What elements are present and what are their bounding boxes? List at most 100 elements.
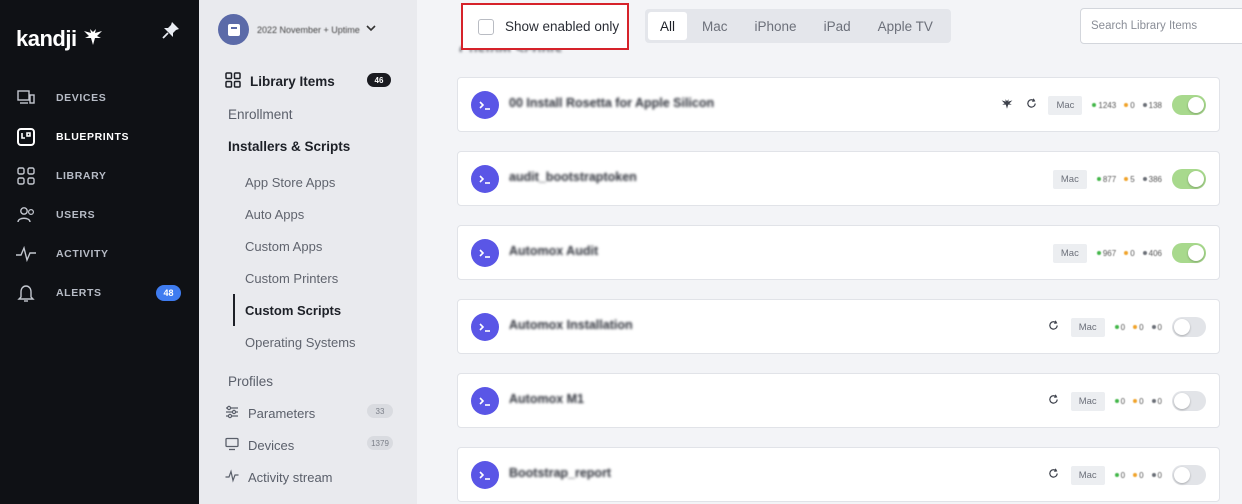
device-status-counts: 1243 0 138 <box>1092 101 1162 110</box>
refresh-icon <box>1047 320 1061 334</box>
status-count-value: 0 <box>1157 470 1162 480</box>
library-item-card[interactable]: Automox Audit Mac 967 0 406 <box>457 225 1220 280</box>
filter-all[interactable]: All <box>648 12 688 40</box>
item-name: 00 Install Rosetta for Apple Silicon <box>509 96 715 110</box>
status-count-value: 0 <box>1130 248 1135 258</box>
toggle-knob <box>1188 97 1204 113</box>
blueprint-selector[interactable]: 2022 November + Uptime <box>218 14 376 45</box>
enable-toggle[interactable] <box>1172 169 1206 189</box>
status-count-value: 0 <box>1130 100 1135 110</box>
filter-ipad[interactable]: iPad <box>812 12 863 40</box>
show-enabled-label: Show enabled only <box>505 19 620 34</box>
status-count-value: 406 <box>1148 248 1162 258</box>
sidebar-profiles[interactable]: Profiles <box>228 374 273 389</box>
sidebar-item-custom-scripts[interactable]: Custom Scripts <box>245 303 341 318</box>
devices-label: Devices <box>248 438 295 453</box>
enable-toggle[interactable] <box>1172 465 1206 485</box>
status-count-value: 138 <box>1148 100 1162 110</box>
terminal-icon <box>471 91 499 119</box>
toggle-knob <box>1188 245 1204 261</box>
library-icon <box>15 165 37 187</box>
sidebar-library-items[interactable]: Library Items <box>250 74 335 89</box>
sidebar-activity-stream[interactable]: Activity stream <box>225 469 333 486</box>
status-count: 877 <box>1096 175 1116 184</box>
status-dot-icon <box>1124 251 1129 255</box>
library-item-card[interactable]: Automox Installation Mac 0 0 0 <box>457 299 1220 354</box>
filter-apple-tv[interactable]: Apple TV <box>866 12 945 40</box>
sidebar-item-custom-apps[interactable]: Custom Apps <box>245 239 322 254</box>
blueprint-sidebar: 2022 November + Uptime Library Items 46 … <box>199 0 417 504</box>
status-dot-icon <box>1133 325 1138 329</box>
device-status-counts: 0 0 0 <box>1114 323 1162 332</box>
status-dot-icon <box>1096 177 1101 181</box>
filter-mac[interactable]: Mac <box>690 12 740 40</box>
enable-toggle[interactable] <box>1172 243 1206 263</box>
activity-stream-label: Activity stream <box>248 470 333 485</box>
active-indicator <box>233 294 235 326</box>
nav-users[interactable]: USERS <box>0 200 199 230</box>
sidebar-item-custom-printers[interactable]: Custom Printers <box>245 271 338 286</box>
device-status-counts: 0 0 0 <box>1114 470 1162 480</box>
search-input[interactable] <box>1080 8 1242 44</box>
terminal-icon <box>471 239 499 267</box>
nav-alerts[interactable]: ALERTS 48 <box>0 278 199 308</box>
users-icon <box>15 204 37 226</box>
status-count-value: 5 <box>1130 174 1135 184</box>
enable-toggle[interactable] <box>1172 317 1206 337</box>
nav-blueprints[interactable]: BLUEPRINTS <box>0 122 199 152</box>
status-dot-icon <box>1133 399 1138 403</box>
nav-activity[interactable]: ACTIVITY <box>0 239 199 269</box>
brand-name: kandji <box>16 26 77 51</box>
platform-badge: Mac <box>1070 317 1105 337</box>
checkbox-icon[interactable] <box>478 18 494 35</box>
pin-icon[interactable] <box>161 20 181 40</box>
item-meta: Mac 967 0 406 <box>1052 242 1206 264</box>
sidebar-parameters[interactable]: Parameters <box>225 405 315 422</box>
status-dot-icon <box>1124 177 1129 181</box>
sliders-icon <box>225 405 239 422</box>
library-item-card[interactable]: 00 Install Rosetta for Apple Silicon Mac 1… <box>457 77 1220 132</box>
library-item-card[interactable]: Bootstrap_report Mac 0 0 0 <box>457 447 1220 502</box>
blueprints-icon <box>15 126 37 148</box>
status-dot-icon <box>1096 251 1101 255</box>
nav-library[interactable]: LIBRARY <box>0 161 199 191</box>
toggle-knob <box>1174 393 1190 409</box>
sidebar-enrollment[interactable]: Enrollment <box>228 107 293 122</box>
status-count-value: 0 <box>1120 470 1126 480</box>
sidebar-item-app-store-apps[interactable]: App Store Apps <box>245 175 335 190</box>
library-items-icon <box>225 72 241 88</box>
status-count: 0 <box>1133 471 1144 480</box>
sidebar-installers-scripts[interactable]: Installers & Scripts <box>228 139 350 154</box>
status-count-value: 0 <box>1120 396 1126 406</box>
device-status-counts: 0 0 0 <box>1114 396 1162 406</box>
platform-badge: Mac <box>1052 243 1087 263</box>
status-dot-icon <box>1151 399 1156 403</box>
status-count: 1243 <box>1092 101 1116 110</box>
status-count-value: 0 <box>1157 396 1162 406</box>
library-item-card[interactable]: Automox M1 Mac 0 0 0 <box>457 373 1220 428</box>
status-count: 967 <box>1096 248 1117 258</box>
filter-iphone[interactable]: iPhone <box>743 12 809 40</box>
status-dot-icon <box>1133 473 1138 477</box>
library-item-card[interactable]: audit_bootstraptoken Mac 877 5 386 <box>457 151 1220 206</box>
nav-devices[interactable]: DEVICES <box>0 83 199 113</box>
status-dot-icon <box>1142 103 1147 107</box>
sidebar-item-auto-apps[interactable]: Auto Apps <box>245 207 304 222</box>
kandji-bee-icon <box>1000 98 1014 112</box>
parameters-label: Parameters <box>248 406 316 421</box>
platform-filter: All Mac iPhone iPad Apple TV <box>645 9 951 43</box>
item-name: audit_bootstraptoken <box>509 170 637 184</box>
enable-toggle[interactable] <box>1172 95 1206 115</box>
kandji-logo[interactable]: kandji <box>16 26 103 52</box>
status-count-value: 967 <box>1102 248 1117 258</box>
enable-toggle[interactable] <box>1172 391 1206 411</box>
monitor-icon <box>225 437 239 454</box>
item-name: Automox M1 <box>509 392 584 406</box>
status-dot-icon <box>1114 325 1119 329</box>
status-count-value: 386 <box>1148 174 1162 184</box>
nav-label: BLUEPRINTS <box>56 131 130 143</box>
sidebar-item-operating-systems[interactable]: Operating Systems <box>245 335 356 350</box>
sidebar-devices[interactable]: Devices <box>225 437 294 454</box>
show-enabled-only-checkbox[interactable]: Show enabled only <box>461 3 629 50</box>
item-meta: Mac 877 5 386 <box>1052 168 1206 190</box>
